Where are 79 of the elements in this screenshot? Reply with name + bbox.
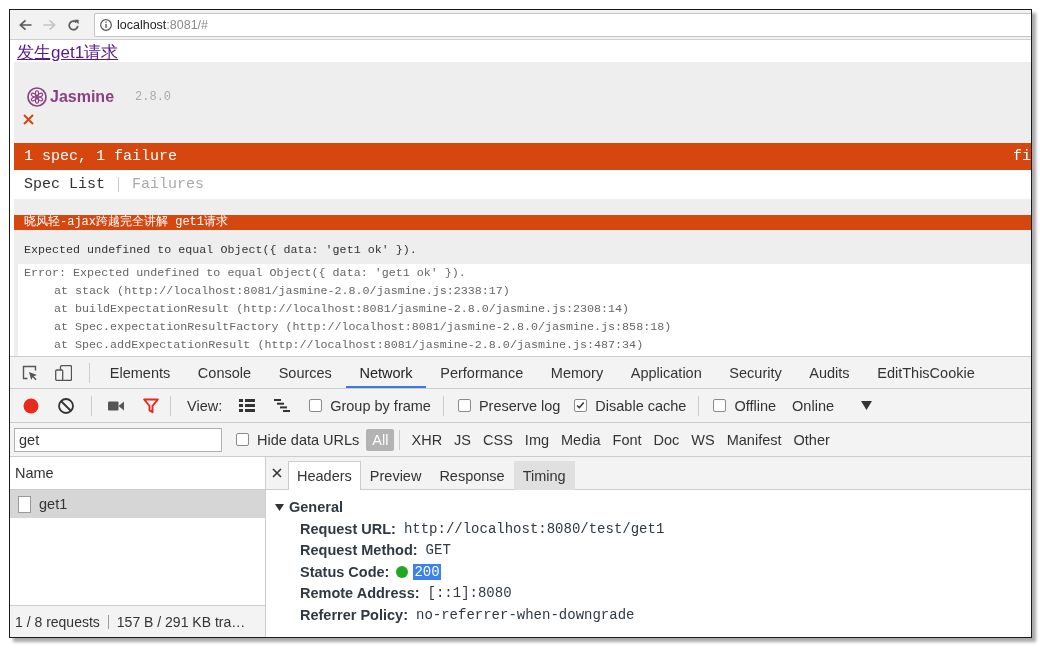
detail-tab[interactable]: Headers <box>288 461 361 490</box>
header-value: http://localhost:8080/test/get1 <box>402 520 666 537</box>
summary-tail-text: fi <box>1013 148 1031 165</box>
header-value: 200 <box>413 563 441 580</box>
type-filter-button[interactable]: WS <box>685 428 721 451</box>
page-link[interactable]: 发生get1请求 <box>17 43 119 62</box>
stack-trace-line: at buildExpectationResult (http://localhost:8081/jasmine-2.8.0/jasmine.js:2308:14) <box>54 302 630 316</box>
document-icon <box>18 495 31 513</box>
checkbox-label[interactable]: Offline <box>734 397 777 414</box>
stack-trace-line: Error: Expected undefined to equal Object({ data: 'get1 ok' }). <box>24 266 466 280</box>
panel-tab[interactable]: Application <box>617 357 716 388</box>
type-filter-button[interactable]: XHR <box>405 428 449 451</box>
request-row[interactable]: get1 <box>10 490 265 518</box>
type-filter-button[interactable]: Img <box>518 428 556 451</box>
checkbox[interactable] <box>309 399 323 412</box>
type-filter-button[interactable]: Font <box>606 428 648 451</box>
checkbox-label[interactable]: Disable cache <box>595 397 687 414</box>
section-header[interactable]: General <box>275 496 1031 518</box>
header-value: [::1]:8080 <box>426 585 513 602</box>
header-name: Referrer Policy: <box>300 606 408 623</box>
panel-tab[interactable]: Sources <box>264 357 346 388</box>
checkbox[interactable] <box>457 399 471 412</box>
inspect-icon[interactable] <box>22 364 38 381</box>
panel-tab[interactable]: Performance <box>426 357 538 388</box>
summary-text: 1 spec, 1 failure <box>24 148 178 165</box>
flower-icon <box>27 87 47 107</box>
stack-trace-line: at stack (http://localhost:8081/jasmine-2.8.0/jasmine.js:2338:17) <box>54 284 510 298</box>
header-name: Request Method: <box>300 542 418 559</box>
header-name: Request URL: <box>300 520 396 537</box>
type-filter-button[interactable]: Other <box>787 428 836 451</box>
header-name: Status Code: <box>300 563 390 580</box>
waterfall-icon[interactable] <box>274 399 291 412</box>
failure-message: Expected undefined to equal Object({ data: 'get1 ok' }). <box>24 243 417 257</box>
type-filter-button[interactable]: Manifest <box>720 428 788 451</box>
logo-text: Jasmine <box>50 88 115 106</box>
checkbox-label[interactable]: Preserve log <box>478 397 561 414</box>
panel-tab[interactable]: Elements <box>96 357 185 388</box>
status-text: 1 / 8 requests <box>15 613 100 630</box>
info-icon[interactable] <box>100 18 112 31</box>
menu-link[interactable]: Spec List <box>24 176 105 193</box>
checkbox[interactable] <box>713 399 727 412</box>
filter-icon[interactable] <box>143 397 159 414</box>
type-filter-button[interactable]: Doc <box>647 428 686 451</box>
camera-icon[interactable] <box>108 399 124 412</box>
panel-tab[interactable]: EditThisCookie <box>863 357 989 388</box>
close-icon[interactable] <box>272 468 282 478</box>
view-label: View: <box>187 397 223 414</box>
filter-input[interactable]: get <box>14 427 222 452</box>
panel-tab[interactable]: Audits <box>795 357 864 388</box>
stack-trace-line: at Spec.addExpectationResult (http://localhost:8081/jasmine-2.8.0/jasmine.js:487:34) <box>54 338 644 352</box>
back-icon[interactable] <box>19 18 32 31</box>
caret-icon <box>861 401 872 410</box>
detail-tab[interactable]: Response <box>430 461 514 490</box>
header-name: Remote Address: <box>300 585 420 602</box>
type-filter-button[interactable]: JS <box>448 428 478 451</box>
checkbox-label[interactable]: Hide data URLs <box>257 431 360 448</box>
checkbox[interactable] <box>236 433 249 446</box>
list-view-icon[interactable] <box>239 399 256 412</box>
panel-tab[interactable]: Security <box>715 357 796 388</box>
status-text: 157 B / 291 KB tra… <box>116 613 246 630</box>
checkbox[interactable] <box>574 399 588 412</box>
panel-tab[interactable]: Console <box>184 357 265 388</box>
checkbox-label[interactable]: Group by frame <box>330 397 431 414</box>
reload-icon[interactable] <box>67 18 80 31</box>
type-filter-button[interactable]: CSS <box>477 428 519 451</box>
stack-trace-line: at Spec.expectationResultFactory (http://localhost:8081/jasmine-2.8.0/jasmine.js:858:18) <box>54 320 672 334</box>
version-label: 2.8.0 <box>135 90 172 104</box>
throttling-select[interactable]: Online <box>792 397 872 414</box>
detail-tab[interactable]: Timing <box>513 461 575 490</box>
record-icon[interactable] <box>23 397 39 414</box>
address-field[interactable]: localhost:8081/# <box>94 12 1031 37</box>
failure-title: 晓风轻-ajax跨越完全讲解 get1请求 <box>24 215 228 229</box>
panel-tab[interactable]: Memory <box>537 357 617 388</box>
header-value: no-referrer-when-downgrade <box>415 606 636 623</box>
header-value: GET <box>424 542 452 559</box>
type-filter-button[interactable]: Media <box>555 428 607 451</box>
detail-tab[interactable]: Preview <box>360 461 431 490</box>
device-icon[interactable] <box>55 364 72 381</box>
clear-icon[interactable] <box>58 397 74 414</box>
